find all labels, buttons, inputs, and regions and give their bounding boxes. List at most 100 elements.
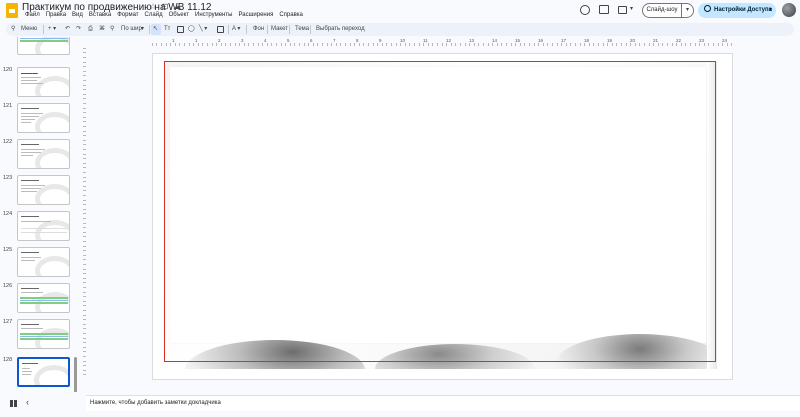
- move-icon[interactable]: ⊡: [161, 3, 169, 11]
- ruler-mark: 18: [584, 38, 590, 43]
- slide-thumbnail[interactable]: [17, 139, 70, 169]
- undo-icon[interactable]: ↶: [65, 25, 70, 34]
- toolbar-divider: [228, 25, 229, 34]
- toolbar-divider: [43, 25, 44, 34]
- ruler-mark: 20: [630, 38, 636, 43]
- layout-button[interactable]: Макет: [271, 25, 288, 34]
- print-icon[interactable]: ⎙: [88, 25, 93, 34]
- zoom-icon[interactable]: ⚲: [110, 25, 114, 34]
- slide-thumbnail[interactable]: [17, 283, 70, 313]
- star-icon[interactable]: ☆: [149, 3, 157, 11]
- menu-help[interactable]: Справка: [276, 12, 306, 18]
- comments-icon[interactable]: [599, 5, 609, 14]
- globe-icon: [704, 5, 711, 12]
- video-call-menu-icon[interactable]: ▾: [630, 5, 633, 12]
- filmstrip-scrollbar[interactable]: [74, 357, 77, 392]
- slide-canvas-area[interactable]: [86, 47, 800, 390]
- zoom-caret-icon[interactable]: ▾: [141, 25, 144, 34]
- theme-button[interactable]: Тема: [295, 25, 309, 34]
- menu-edit[interactable]: Правка: [43, 12, 69, 18]
- slideshow-button[interactable]: Слайд-шоу: [642, 3, 682, 18]
- redo-icon[interactable]: ↷: [76, 25, 81, 34]
- ruler-mark: 19: [607, 38, 613, 43]
- menu-file[interactable]: Файл: [22, 12, 43, 18]
- slide-thumbnail[interactable]: [17, 103, 70, 133]
- grid-view-icon[interactable]: [10, 400, 17, 407]
- ruler-mark: 24: [722, 38, 728, 43]
- slide-thumbnail[interactable]: [17, 247, 70, 277]
- slide-number: 127: [3, 319, 13, 325]
- slide-number: 123: [3, 175, 13, 181]
- ruler-mark: 23: [699, 38, 705, 43]
- text-box-icon[interactable]: Tт: [164, 25, 170, 34]
- header-actions: ▾ Слайд-шоу ▾ Настройки Доступа ▾: [570, 3, 800, 19]
- horizontal-ruler[interactable]: 1 1 2 3 4 5 6 7 8 9 10 11 12 13 14 15 16…: [152, 38, 732, 47]
- slide-number: 120: [3, 67, 13, 73]
- new-slide-icon[interactable]: + ▾: [48, 25, 56, 34]
- menu-search[interactable]: Меню: [21, 25, 37, 34]
- ruler-mark: 21: [653, 38, 659, 43]
- video-call-icon[interactable]: [618, 6, 627, 14]
- menu-insert[interactable]: Вставка: [86, 12, 114, 18]
- slide-filmstrip[interactable]: 120 ▬▬▬▬▬▬ 121 122 123 124 125 126 127 1…: [0, 37, 78, 392]
- toolbar-divider: [267, 25, 268, 34]
- slide-thumbnail-selected[interactable]: [17, 357, 70, 387]
- speaker-notes[interactable]: Нажмите, чтобы добавить заметки докладчи…: [86, 395, 800, 411]
- slide-number: 124: [3, 211, 13, 217]
- shape-icon[interactable]: ◯: [188, 25, 195, 34]
- share-menu-icon: ▾: [768, 7, 772, 13]
- ruler-mark: 13: [469, 38, 475, 43]
- search-icon[interactable]: ⚲: [11, 25, 15, 34]
- slideshow-options-button[interactable]: ▾: [682, 3, 694, 18]
- ruler-mark: 3: [241, 38, 244, 43]
- title-actions: ☆ ⊡ ☁: [149, 3, 181, 11]
- slide-number: 122: [3, 139, 13, 145]
- ruler-mark: 1: [172, 38, 175, 43]
- transition-button[interactable]: Выбрать переход: [316, 25, 365, 34]
- menu-extensions[interactable]: Расширения: [235, 12, 276, 18]
- ruler-mark: 6: [310, 38, 313, 43]
- vertical-ruler[interactable]: [78, 48, 86, 378]
- slide-number: 125: [3, 247, 13, 253]
- slide-thumbnail[interactable]: ▬▬▬▬▬▬: [17, 67, 70, 97]
- cloud-status-icon[interactable]: ☁: [173, 3, 181, 11]
- line-icon[interactable]: ╲ ▾: [199, 25, 207, 34]
- zoom-select[interactable]: По шир: [121, 25, 142, 34]
- account-avatar[interactable]: [782, 3, 796, 17]
- ruler-mark: 8: [356, 38, 359, 43]
- menu-arrange[interactable]: Объект: [166, 12, 192, 18]
- ruler-mark: 11: [423, 38, 428, 43]
- cursor-icon[interactable]: ↖: [153, 25, 158, 34]
- ruler-mark: 14: [492, 38, 498, 43]
- menu-slide[interactable]: Слайд: [142, 12, 166, 18]
- image-icon[interactable]: [177, 26, 184, 33]
- paint-format-icon[interactable]: ⌘: [99, 25, 105, 34]
- slide-number: 126: [3, 283, 13, 289]
- slides-logo-icon[interactable]: [6, 3, 18, 18]
- ruler-mark: 2: [218, 38, 221, 43]
- background-button[interactable]: Фон: [253, 25, 264, 34]
- menu-format[interactable]: Формат: [114, 12, 141, 18]
- text-color-icon[interactable]: A ▾: [232, 25, 240, 34]
- share-button[interactable]: Настройки Доступа ▾: [698, 3, 776, 18]
- collapse-panel-icon[interactable]: ‹: [26, 397, 29, 407]
- ruler-mark: 10: [400, 38, 406, 43]
- history-icon[interactable]: [580, 5, 590, 15]
- slide-thumbnail[interactable]: [17, 37, 70, 55]
- selection-outline[interactable]: [164, 61, 716, 362]
- ruler-mark: 22: [676, 38, 682, 43]
- slide-number: 128: [3, 357, 13, 363]
- menu-tools[interactable]: Инструменты: [192, 12, 235, 18]
- slide-thumbnail[interactable]: [17, 319, 70, 349]
- filmstrip-controls: ‹: [0, 396, 78, 412]
- toolbar: ⚲ Меню + ▾ ↶ ↷ ⎙ ⌘ ⚲ По шир ▾ ↖ Tт ◯ ╲ ▾…: [6, 23, 794, 36]
- menu-view[interactable]: Вид: [69, 12, 86, 18]
- slide-thumbnail[interactable]: [17, 211, 70, 241]
- comment-add-icon[interactable]: [217, 26, 224, 33]
- ruler-mark: 7: [333, 38, 336, 43]
- share-button-label: Настройки Доступа: [714, 7, 772, 13]
- ruler-mark: 17: [561, 38, 567, 43]
- ruler-mark: 1: [195, 38, 198, 43]
- slide-thumbnail[interactable]: [17, 175, 70, 205]
- slide-number: 121: [3, 103, 13, 109]
